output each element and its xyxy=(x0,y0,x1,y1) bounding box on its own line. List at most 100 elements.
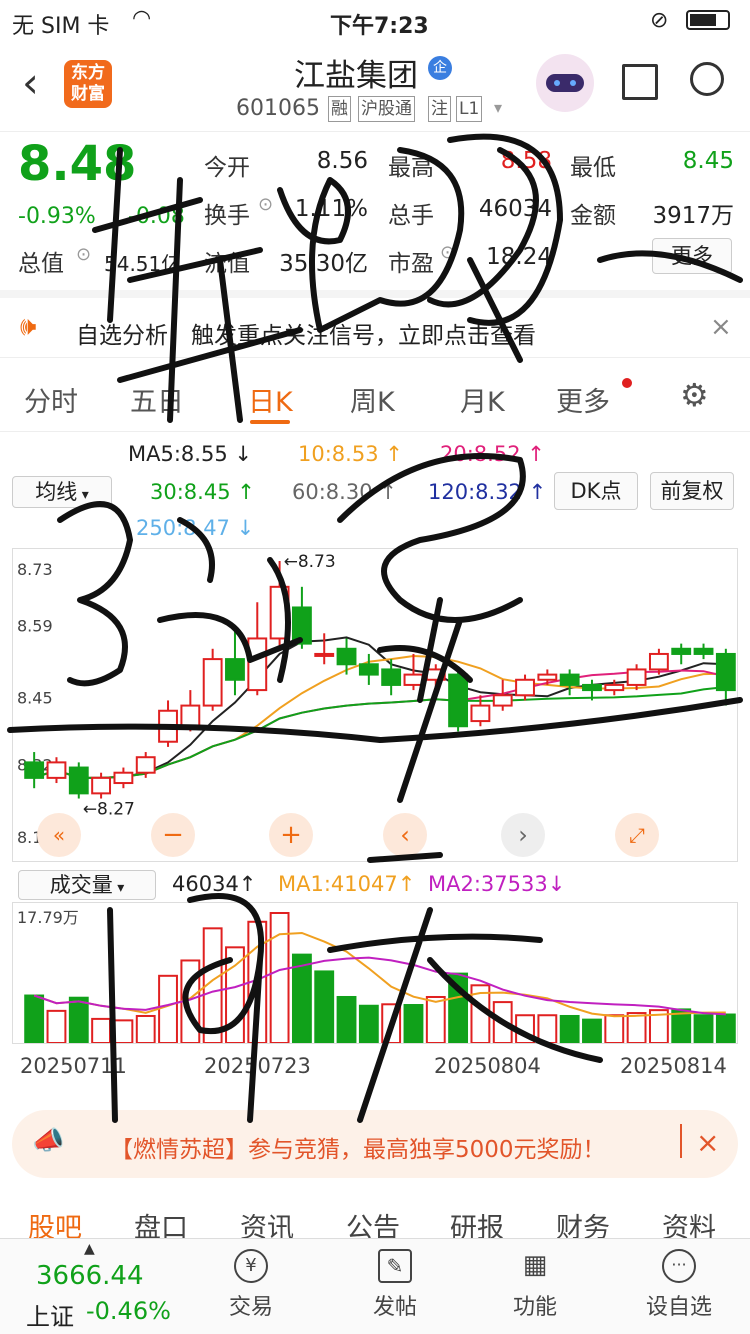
dropdown-icon[interactable]: ▾ xyxy=(494,98,502,117)
fullscreen-icon[interactable]: ⤢ xyxy=(615,813,659,857)
tab-more[interactable]: 更多 xyxy=(556,380,610,419)
tag-level[interactable]: L1 xyxy=(456,96,483,122)
float-value: 35.30亿 xyxy=(279,251,368,277)
open-label: 今开 xyxy=(204,155,250,181)
volume-bar xyxy=(381,1003,402,1045)
share-icon[interactable] xyxy=(622,64,658,100)
notice-close-icon[interactable]: × xyxy=(710,312,732,342)
volume-value: 46034 xyxy=(478,196,552,222)
notice-bar[interactable]: 🕪 自选分析：触发重点关注信号，立即点击查看 × xyxy=(0,290,750,358)
tag-note: 注 xyxy=(428,96,451,122)
more-dots-icon: ··· xyxy=(662,1249,696,1283)
tab-monthly-k[interactable]: 月K xyxy=(460,380,505,419)
tag-connect: 沪股通 xyxy=(358,96,415,122)
volume-bar xyxy=(46,1009,67,1044)
functions-label: 功能 xyxy=(512,1295,557,1320)
kline-chart[interactable]: 8.738.598.458.328.18←8.73←8.27 « − + ‹ ›… xyxy=(12,548,738,862)
candle-body xyxy=(604,683,625,692)
volume-bar xyxy=(314,970,335,1044)
promo-close-icon[interactable]: × xyxy=(696,1126,719,1159)
add-watchlist-label: 设自选 xyxy=(645,1295,712,1320)
volume-bar xyxy=(715,1013,736,1044)
pe-value: 18.24 xyxy=(486,244,552,270)
chart-tabs: 分时 五日 日K 周K 月K 更多 ⚙ xyxy=(0,362,750,432)
volume-bar xyxy=(559,1014,580,1045)
dk-point-button[interactable]: DK点 xyxy=(554,472,638,510)
low-label: 最低 xyxy=(570,155,616,181)
volume-bar xyxy=(403,1004,424,1044)
app-logo[interactable]: 东方 财富 xyxy=(64,60,112,108)
volume-bar xyxy=(336,995,357,1044)
quote-panel: 8.48 -0.93% -0.08 总值 ⊙ 54.51亿 今开 8.56 最高… xyxy=(0,132,750,287)
ma60-label: 60:8.30 ↑ xyxy=(292,480,397,504)
candle-body xyxy=(68,766,89,795)
candle-body xyxy=(202,658,223,707)
fast-back-icon[interactable]: « xyxy=(37,813,81,857)
candle-body xyxy=(425,668,446,681)
trade-label: 交易 xyxy=(228,1295,273,1320)
prev-icon[interactable]: ‹ xyxy=(383,813,427,857)
y-tick-label: 8.59 xyxy=(17,616,53,635)
turnover-value: 1.11% xyxy=(294,196,368,222)
volume-chart[interactable]: 17.79万 xyxy=(12,902,738,1045)
info-icon[interactable]: ⊙ xyxy=(258,194,273,215)
volume-bar xyxy=(113,1019,134,1044)
indicator-select[interactable]: 成交量 ▾ xyxy=(18,870,156,900)
tab-weekly-k[interactable]: 周K xyxy=(350,380,395,419)
volume-bar xyxy=(358,1004,379,1044)
add-watchlist-button[interactable]: ··· 设自选 xyxy=(634,1249,724,1321)
adjust-button[interactable]: 前复权 xyxy=(650,472,734,510)
candle-body xyxy=(135,756,156,774)
volume-current: 46034↑ xyxy=(172,872,257,896)
expand-up-icon[interactable]: ▲ xyxy=(84,1241,95,1257)
volume-bar xyxy=(626,1012,647,1045)
tab-daily-k[interactable]: 日K xyxy=(248,380,293,419)
speaker-icon: 🕪 xyxy=(20,312,37,342)
ma-select[interactable]: 均线 ▾ xyxy=(12,476,112,508)
post-button[interactable]: ✎ 发帖 xyxy=(350,1249,440,1321)
settings-gear-icon[interactable]: ⚙ xyxy=(680,376,709,414)
candle-body xyxy=(247,637,268,692)
notice-text: 自选分析：触发重点关注信号，立即点击查看 xyxy=(76,323,536,349)
promo-banner[interactable]: 📣 【燃情苏超】参与竞猜，最高独享5000元奖励！ × xyxy=(12,1110,738,1178)
more-button[interactable]: 更多 xyxy=(652,238,732,274)
functions-button[interactable]: ▦ 功能 xyxy=(490,1249,580,1321)
next-icon[interactable]: › xyxy=(501,813,545,857)
x-axis: 20250711 20250723 20250804 20250814 xyxy=(12,1054,738,1082)
status-time: 下午7:23 xyxy=(330,14,429,39)
candle-body xyxy=(91,776,112,795)
robot-avatar-icon[interactable] xyxy=(536,54,594,112)
candle-body xyxy=(269,585,290,640)
volume-max-label: 17.79万 xyxy=(17,908,79,927)
volume-bar xyxy=(537,1014,558,1045)
battery-icon xyxy=(686,10,730,30)
zoom-out-icon[interactable]: − xyxy=(151,813,195,857)
zoom-in-icon[interactable]: + xyxy=(269,813,313,857)
volume-bar xyxy=(604,1014,625,1045)
search-icon[interactable] xyxy=(690,62,724,96)
post-label: 发帖 xyxy=(372,1295,417,1320)
candle-body xyxy=(715,652,736,692)
volume-bar xyxy=(24,994,45,1044)
back-icon[interactable]: ‹ xyxy=(22,58,39,107)
active-tab-indicator xyxy=(250,420,290,424)
amount-value: 3917万 xyxy=(652,203,734,229)
orientation-lock-icon: ⊘ xyxy=(650,8,669,33)
candle-body xyxy=(358,663,379,676)
last-price: 8.48 xyxy=(18,136,137,192)
x-tick: 20250804 xyxy=(434,1054,541,1078)
trade-button[interactable]: ¥ 交易 xyxy=(206,1249,296,1321)
info-icon[interactable]: ⊙ xyxy=(440,242,455,263)
volume-label: 总手 xyxy=(388,203,434,229)
candle-body xyxy=(470,704,491,723)
volume-bar xyxy=(91,1017,112,1045)
index-value[interactable]: 3666.44 xyxy=(36,1261,144,1291)
candle-body xyxy=(582,683,602,692)
info-icon[interactable]: ⊙ xyxy=(76,244,91,265)
chevron-down-icon: ▾ xyxy=(77,487,89,503)
tab-five-day[interactable]: 五日 xyxy=(130,380,184,419)
candle-body xyxy=(559,673,580,686)
red-dot-badge xyxy=(622,378,632,388)
tab-intraday[interactable]: 分时 xyxy=(24,380,78,419)
ma30-label: 30:8.45 ↑ xyxy=(150,480,255,504)
